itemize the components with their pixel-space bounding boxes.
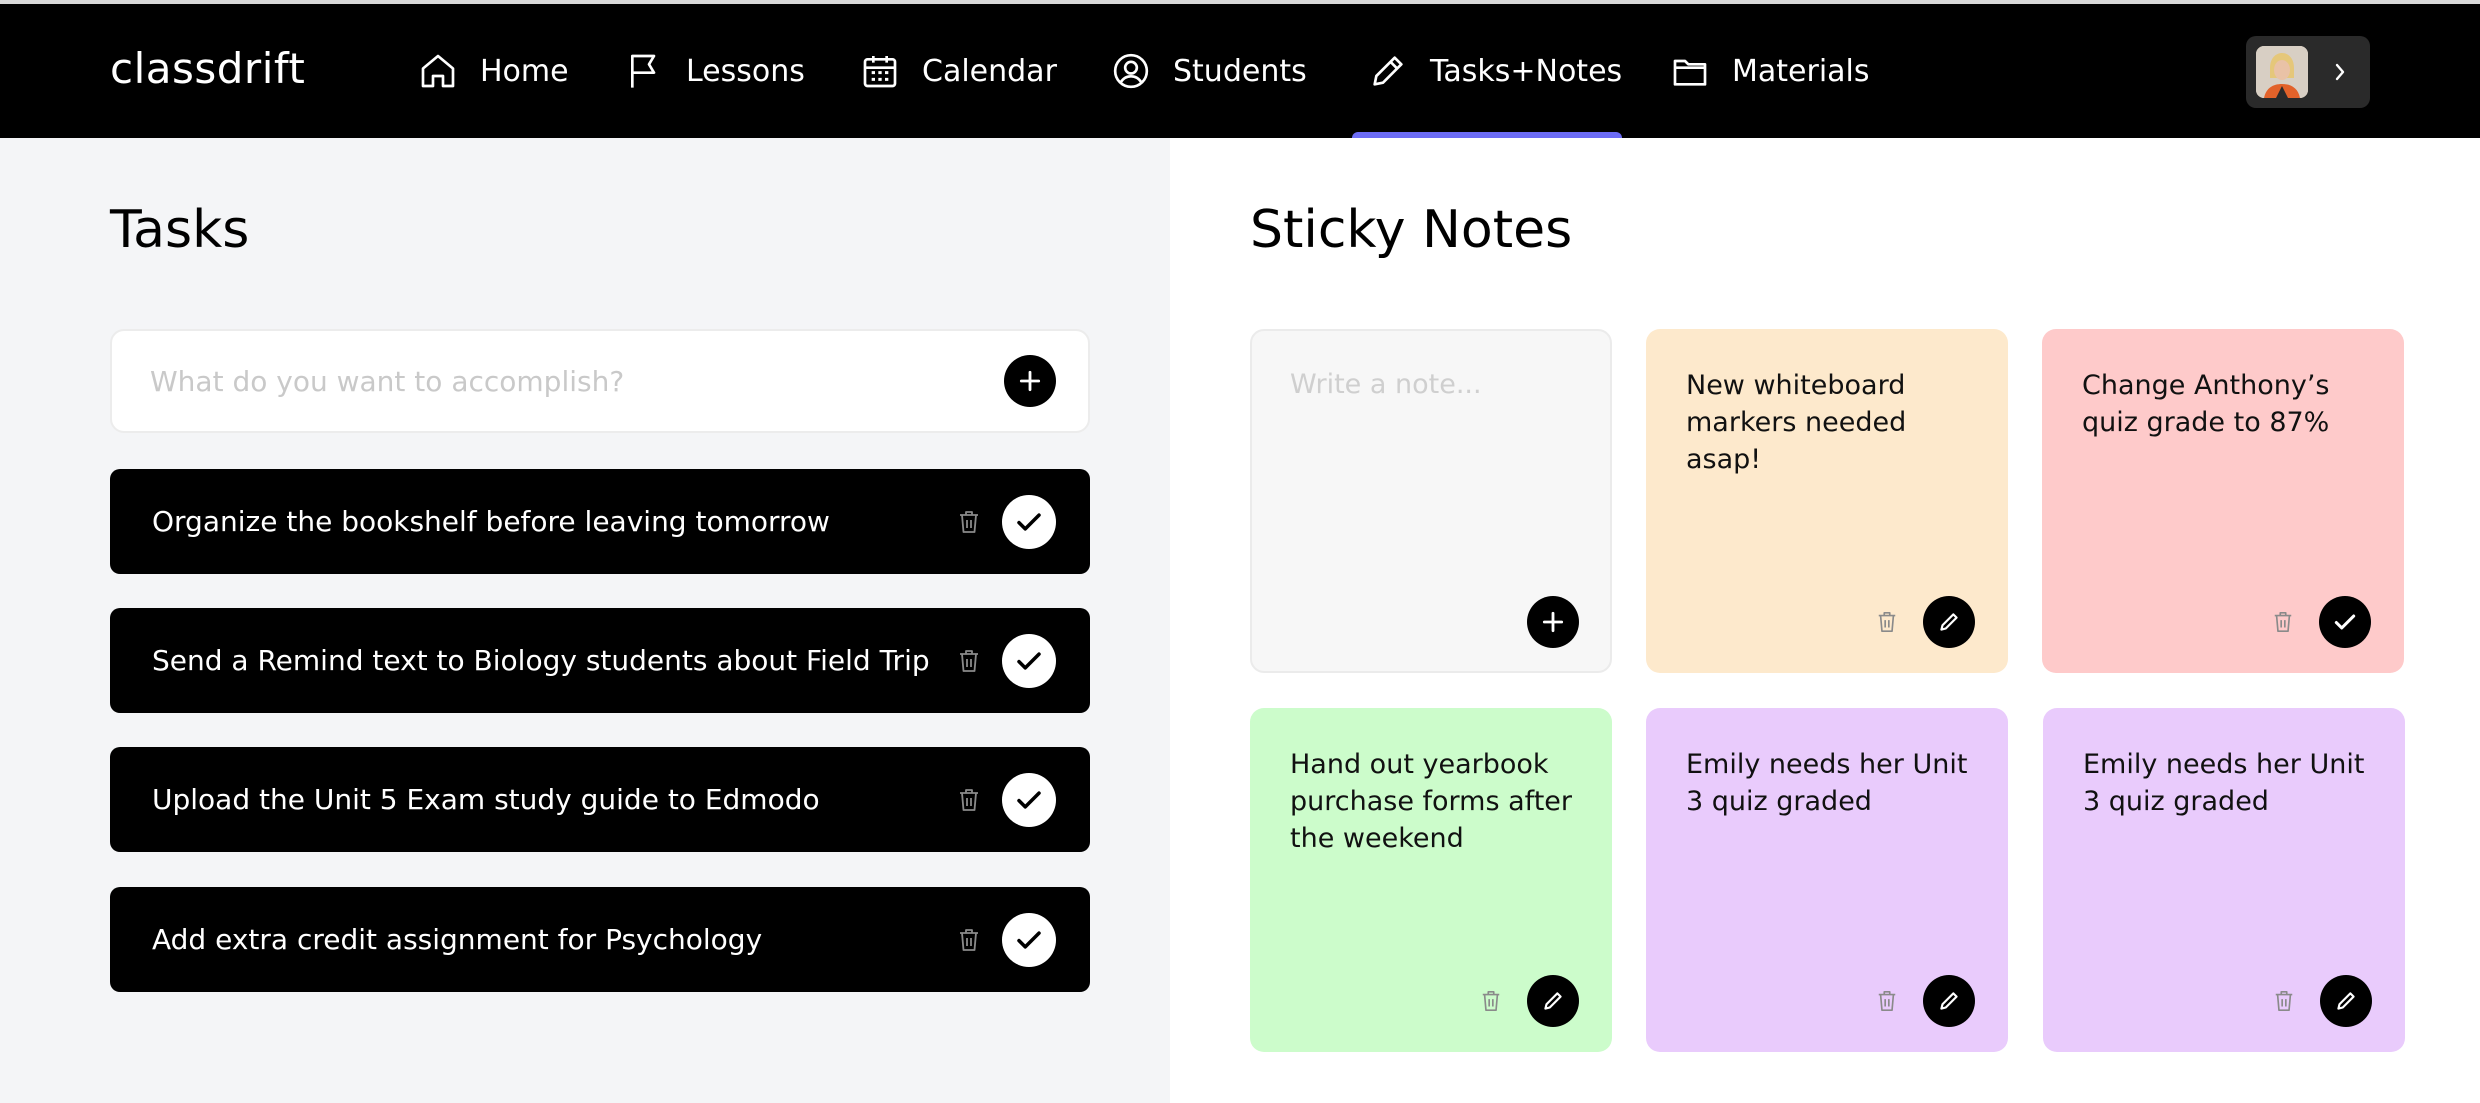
nav-label-calendar: Calendar — [922, 53, 1057, 89]
check-icon — [1017, 513, 1041, 531]
delete-note-icon[interactable] — [1876, 989, 1898, 1013]
nav-item-students[interactable]: Students — [1111, 4, 1307, 138]
add-task-button[interactable] — [1004, 355, 1056, 407]
nav-item-home[interactable]: Home — [418, 4, 569, 138]
nav-label-students: Students — [1173, 53, 1307, 89]
new-note-card — [1250, 329, 1612, 673]
note-text: Hand out yearbook purchase forms after t… — [1290, 749, 1572, 854]
complete-task-button[interactable] — [1002, 773, 1056, 827]
check-icon — [2334, 614, 2356, 630]
complete-task-button[interactable] — [1002, 634, 1056, 688]
check-icon — [1017, 791, 1041, 809]
sticky-note: New whiteboard markers needed asap! — [1646, 329, 2008, 673]
nav-label-lessons: Lessons — [686, 53, 805, 89]
sticky-note: Emily needs her Unit 3 quiz graded — [1646, 708, 2008, 1052]
confirm-note-button[interactable] — [2319, 596, 2371, 648]
task-text: Organize the bookshelf before leaving to… — [152, 505, 830, 538]
task-item: Upload the Unit 5 Exam study guide to Ed… — [110, 747, 1090, 852]
check-icon — [1017, 652, 1041, 670]
app-logo[interactable]: classdrift — [110, 44, 305, 93]
avatar — [2256, 46, 2308, 98]
check-icon — [1017, 931, 1041, 949]
user-circle-icon — [1113, 53, 1149, 89]
tasks-title: Tasks — [110, 200, 250, 260]
task-text: Send a Remind text to Biology students a… — [152, 644, 930, 677]
note-input[interactable] — [1290, 369, 1570, 569]
edit-note-button[interactable] — [2320, 975, 2372, 1027]
delete-task-icon[interactable] — [957, 509, 981, 535]
delete-note-icon[interactable] — [1480, 989, 1502, 1013]
note-text: Change Anthony’s quiz grade to 87% — [2082, 370, 2330, 438]
calendar-icon — [863, 56, 897, 88]
sticky-note: Change Anthony’s quiz grade to 87% — [2042, 329, 2404, 673]
flag-icon — [631, 54, 656, 88]
task-input-box — [110, 329, 1090, 433]
delete-note-icon[interactable] — [2273, 989, 2295, 1013]
delete-note-icon[interactable] — [1876, 610, 1898, 634]
profile-menu-button[interactable] — [2246, 36, 2370, 108]
note-text: Emily needs her Unit 3 quiz graded — [1686, 749, 1968, 817]
task-text: Upload the Unit 5 Exam study guide to Ed… — [152, 783, 820, 816]
pencil-icon — [1940, 992, 1958, 1010]
pencil-icon — [1940, 613, 1958, 631]
task-item: Organize the bookshelf before leaving to… — [110, 469, 1090, 574]
plus-icon — [1542, 611, 1564, 633]
edit-note-button[interactable] — [1923, 975, 1975, 1027]
nav-item-tasks-notes[interactable]: Tasks+Notes — [1368, 4, 1622, 138]
complete-task-button[interactable] — [1002, 913, 1056, 967]
home-icon — [421, 54, 455, 88]
sticky-notes-title: Sticky Notes — [1250, 200, 1573, 260]
sticky-note: Hand out yearbook purchase forms after t… — [1250, 708, 1612, 1052]
delete-task-icon[interactable] — [957, 648, 981, 674]
delete-note-icon[interactable] — [2272, 610, 2294, 634]
pencil-icon — [2337, 992, 2355, 1010]
delete-task-icon[interactable] — [957, 927, 981, 953]
nav-item-lessons[interactable]: Lessons — [624, 4, 805, 138]
note-text: Emily needs her Unit 3 quiz graded — [2083, 749, 2365, 817]
note-text: New whiteboard markers needed asap! — [1686, 370, 1907, 475]
nav-label-materials: Materials — [1732, 53, 1870, 89]
nav-label-home: Home — [480, 53, 569, 89]
sticky-note: Emily needs her Unit 3 quiz graded — [2043, 708, 2405, 1052]
nav-item-materials[interactable]: Materials — [1670, 4, 1870, 138]
task-text: Add extra credit assignment for Psycholo… — [152, 923, 763, 956]
pencil-icon — [1373, 56, 1403, 86]
plus-icon — [1019, 370, 1041, 392]
edit-note-button[interactable] — [1923, 596, 1975, 648]
delete-task-icon[interactable] — [957, 787, 981, 813]
task-input[interactable] — [150, 331, 950, 431]
add-note-button[interactable] — [1527, 596, 1579, 648]
pencil-icon — [1544, 992, 1562, 1010]
task-item: Send a Remind text to Biology students a… — [110, 608, 1090, 713]
complete-task-button[interactable] — [1002, 495, 1056, 549]
top-navigation-bar: classdrift Home Lessons Calendar Student… — [0, 0, 2480, 142]
folder-icon — [1673, 59, 1707, 86]
task-item: Add extra credit assignment for Psycholo… — [110, 887, 1090, 992]
chevron-right-icon — [2335, 63, 2345, 81]
nav-label-tasks-notes: Tasks+Notes — [1430, 53, 1623, 89]
nav-item-calendar[interactable]: Calendar — [860, 4, 1057, 138]
edit-note-button[interactable] — [1527, 975, 1579, 1027]
